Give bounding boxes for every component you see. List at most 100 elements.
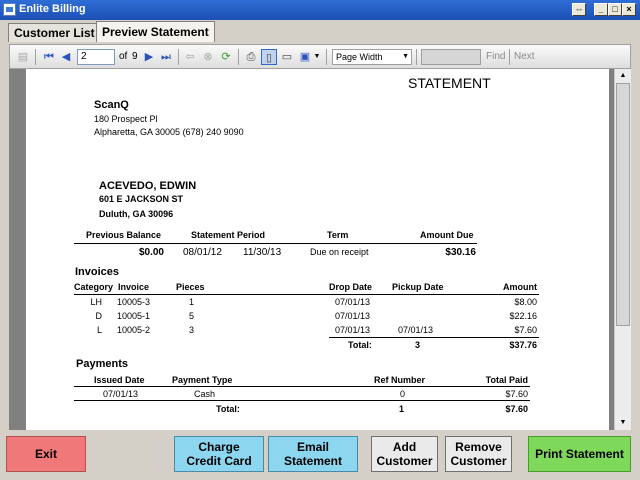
invoice-drop-date: 07/01/13 [335, 311, 371, 321]
customer-address-2: Duluth, GA 30096 [99, 209, 174, 219]
payment-issued-date: 07/01/13 [103, 389, 139, 399]
invoice-amount: $8.00 [514, 297, 537, 307]
customer-name: ACEVEDO, EDWIN [99, 180, 197, 192]
invoice-pieces: 1 [189, 297, 195, 307]
add-label-2: Customer [376, 454, 433, 468]
invoice-number: 10005-2 [117, 325, 151, 335]
stop-icon[interactable]: ⊗ [200, 49, 216, 65]
category-header: Category [74, 282, 114, 292]
invoices-total-amount: $37.76 [509, 340, 537, 350]
payments-total-count: 1 [399, 404, 405, 414]
app-icon [3, 3, 16, 16]
invoices-title: Invoices [75, 266, 120, 278]
payments-total-paid: $7.60 [505, 404, 528, 414]
print-icon[interactable]: ⎙ [243, 49, 259, 65]
total-pages-label: 9 [132, 51, 138, 62]
pieces-header: Pieces [176, 282, 205, 292]
current-page-input[interactable]: 2 [77, 49, 115, 65]
remove-customer-button[interactable]: Remove Customer [445, 436, 512, 472]
invoice-amount: $22.16 [509, 311, 537, 321]
find-input[interactable] [421, 49, 481, 65]
page-of-label: of [119, 51, 128, 62]
period-start-value: 08/01/12 [183, 247, 222, 258]
scroll-thumb[interactable] [616, 83, 630, 326]
tab-strip: Customer List Preview Statement [0, 20, 640, 43]
company-name: ScanQ [94, 99, 129, 111]
invoice-drop-date: 07/01/13 [335, 325, 371, 335]
tab-customer-list[interactable]: Customer List [8, 23, 101, 42]
invoice-number: 10005-1 [117, 311, 151, 321]
title-bar: Enlite Billing ⇔ _ □ × [0, 0, 640, 20]
issued-date-header: Issued Date [94, 375, 145, 385]
refresh-icon[interactable]: ⟳ [218, 49, 234, 65]
invoices-total-label: Total: [348, 340, 372, 350]
export-dropdown-icon[interactable]: ▼ [309, 49, 325, 65]
first-page-icon[interactable]: ⏮ [41, 49, 57, 65]
statement-period-header: Statement Period [191, 230, 266, 240]
payments-total-label: Total: [216, 404, 240, 414]
invoices-total-pieces: 3 [415, 340, 421, 350]
invoice-category: LH [90, 297, 102, 307]
add-customer-button[interactable]: Add Customer [371, 436, 438, 472]
ref-number-header: Ref Number [374, 375, 426, 385]
previous-balance-header: Previous Balance [86, 230, 162, 240]
restore-icon[interactable]: ⇔ [572, 3, 586, 16]
close-icon[interactable]: × [622, 3, 636, 16]
zoom-select[interactable]: Page Width ▼ [332, 49, 412, 65]
drop-date-header: Drop Date [329, 282, 373, 292]
previous-page-icon[interactable]: ◀ [58, 49, 74, 65]
maximize-icon[interactable]: □ [608, 3, 622, 16]
find-link[interactable]: Find [486, 49, 505, 65]
tab-preview-statement[interactable]: Preview Statement [96, 21, 215, 42]
invoice-pieces: 3 [189, 325, 195, 335]
last-page-icon[interactable]: ⏭ [158, 49, 174, 65]
back-icon[interactable]: ⇦ [182, 49, 198, 65]
term-header: Term [327, 230, 349, 240]
statement-page: STATEMENT ScanQ 180 Prospect Pl Alpharet… [26, 69, 609, 430]
payments-title: Payments [76, 358, 128, 370]
period-end-value: 11/30/13 [243, 247, 282, 258]
exit-button[interactable]: Exit [6, 436, 86, 472]
print-label: Print Statement [535, 447, 624, 461]
minimize-icon[interactable]: _ [594, 3, 608, 16]
charge-label-1: Charge [198, 440, 240, 454]
invoice-drop-date: 07/01/13 [335, 297, 371, 307]
invoice-pickup-date: 07/01/13 [398, 325, 434, 335]
print-layout-icon[interactable]: ▯ [261, 49, 277, 65]
invoice-amount: $7.60 [514, 325, 537, 335]
document-map-icon[interactable]: ▤ [15, 49, 31, 65]
add-label-1: Add [392, 440, 417, 454]
print-statement-button[interactable]: Print Statement [528, 436, 631, 472]
amount-due-header: Amount Due [420, 230, 474, 240]
page-setup-icon[interactable]: ▭ [279, 49, 295, 65]
invoice-category: D [95, 311, 103, 321]
payment-type: Cash [194, 389, 216, 399]
payment-total-paid: $7.60 [505, 389, 528, 399]
remove-label-2: Customer [450, 454, 507, 468]
charge-label-2: Credit Card [186, 454, 252, 468]
report-toolbar: ▤ ⏮ ◀ 2 of 9 ▶ ⏭ ⇦ ⊗ ⟳ ⎙ ▯ ▭ ▣ ▼ Page Wi… [9, 44, 631, 69]
scroll-up-icon[interactable]: ▲ [615, 69, 631, 83]
next-link[interactable]: Next [514, 49, 535, 65]
report-viewer: STATEMENT ScanQ 180 Prospect Pl Alpharet… [9, 69, 631, 430]
invoice-header: Invoice [118, 282, 150, 292]
invoice-pieces: 5 [189, 311, 195, 321]
amount-due-value: $30.16 [445, 247, 476, 258]
email-statement-button[interactable]: Email Statement [268, 436, 358, 472]
scroll-down-icon[interactable]: ▼ [615, 416, 631, 430]
statement-heading: STATEMENT [408, 75, 491, 91]
email-label-2: Statement [283, 454, 342, 468]
email-label-1: Email [296, 440, 329, 454]
term-value: Due on receipt [310, 247, 369, 257]
remove-label-1: Remove [455, 440, 502, 454]
company-address-2: Alpharetta, GA 30005 (678) 240 9090 [94, 127, 244, 137]
next-page-icon[interactable]: ▶ [141, 49, 157, 65]
charge-credit-card-button[interactable]: Charge Credit Card [174, 436, 264, 472]
payment-ref-number: 0 [400, 389, 406, 399]
vertical-scrollbar[interactable]: ▲ ▼ [614, 69, 631, 430]
window-title: Enlite Billing [19, 3, 86, 15]
total-paid-header: Total Paid [485, 375, 528, 385]
amount-header: Amount [503, 282, 537, 292]
zoom-value: Page Width [336, 52, 383, 62]
invoice-number: 10005-3 [117, 297, 151, 307]
